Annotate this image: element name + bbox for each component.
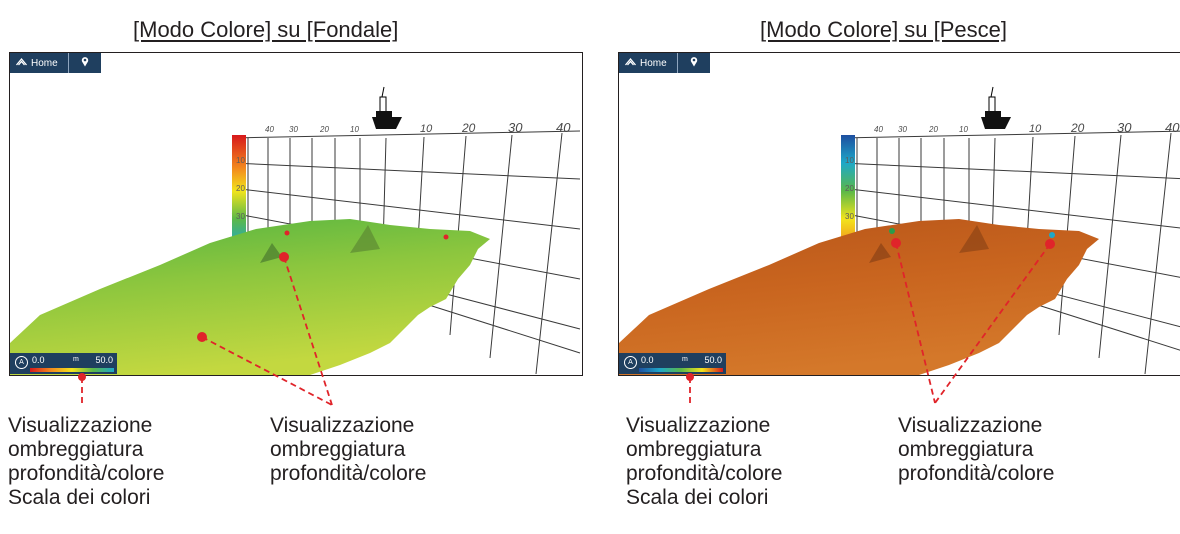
right-scale-min: 0.0 — [641, 355, 654, 365]
right-color-scale[interactable]: A 0.0 m 50.0 — [619, 353, 726, 374]
left-scale-callout: Visualizzazione ombreggiatura profondità… — [8, 414, 165, 509]
left-color-scale[interactable]: A 0.0 m 50.0 — [10, 353, 117, 374]
left-scale-gradient — [30, 368, 114, 372]
svg-text:40: 40 — [265, 125, 274, 134]
right-fish-marker — [1049, 232, 1055, 238]
right-scale-gradient — [639, 368, 723, 372]
right-boat-icon — [981, 86, 1011, 129]
left-home-label: Home — [31, 57, 58, 69]
svg-text:20: 20 — [1070, 121, 1085, 135]
svg-text:40: 40 — [1165, 120, 1180, 135]
left-shading-callout: Visualizzazione ombreggiatura profondità… — [270, 414, 427, 485]
right-3d-screen[interactable]: 10 20 30 40 30 20 10 10 20 30 40 Home A … — [618, 52, 1180, 376]
left-3d-view[interactable]: 10 20 30 40 30 20 10 10 20 30 40 — [10, 53, 582, 375]
home-icon — [625, 57, 636, 69]
svg-text:20: 20 — [461, 121, 476, 135]
right-scale-max: 50.0 — [704, 355, 722, 365]
svg-text:40: 40 — [874, 125, 883, 134]
svg-text:10: 10 — [845, 156, 854, 165]
svg-text:30: 30 — [289, 125, 298, 134]
map-pin-icon — [81, 54, 89, 72]
svg-text:10: 10 — [959, 125, 968, 134]
svg-text:20: 20 — [319, 125, 329, 134]
left-scale-unit: m — [73, 356, 79, 363]
svg-text:10: 10 — [1029, 123, 1042, 135]
svg-text:20: 20 — [236, 184, 245, 193]
svg-text:30: 30 — [508, 120, 523, 135]
left-boat-icon — [372, 86, 402, 129]
svg-text:30: 30 — [1117, 120, 1132, 135]
left-pin-button[interactable] — [69, 53, 101, 73]
svg-text:10: 10 — [420, 123, 433, 135]
left-target-marker — [443, 234, 449, 240]
left-seabed-surface — [10, 219, 490, 375]
left-target-marker — [284, 230, 290, 236]
svg-text:30: 30 — [845, 212, 854, 221]
right-scale-callout: Visualizzazione ombreggiatura profondità… — [626, 414, 783, 509]
svg-text:10: 10 — [236, 156, 245, 165]
right-seabed-surface — [619, 219, 1099, 375]
right-3d-view[interactable]: 10 20 30 40 30 20 10 10 20 30 40 — [619, 53, 1180, 375]
right-fish-marker — [889, 228, 895, 234]
right-auto-scale-button[interactable]: A — [624, 356, 637, 369]
home-icon — [16, 57, 27, 69]
svg-text:40: 40 — [556, 120, 571, 135]
left-scale-min: 0.0 — [32, 355, 45, 365]
right-pin-button[interactable] — [678, 53, 710, 73]
svg-text:20: 20 — [845, 184, 854, 193]
svg-text:30: 30 — [236, 212, 245, 221]
left-home-button[interactable]: Home — [10, 53, 69, 73]
svg-text:30: 30 — [898, 125, 907, 134]
left-auto-scale-button[interactable]: A — [15, 356, 28, 369]
svg-text:10: 10 — [350, 125, 359, 134]
left-toolbar: Home — [10, 53, 101, 73]
left-range-ticks: 40 30 20 10 10 20 30 40 — [265, 120, 571, 135]
right-toolbar: Home — [619, 53, 710, 73]
right-home-button[interactable]: Home — [619, 53, 678, 73]
map-pin-icon — [690, 54, 698, 72]
right-shading-callout: Visualizzazione ombreggiatura profondità… — [898, 414, 1055, 485]
right-scale-unit: m — [682, 356, 688, 363]
svg-text:20: 20 — [928, 125, 938, 134]
right-home-label: Home — [640, 57, 667, 69]
left-3d-screen[interactable]: 10 20 30 40 30 20 10 10 20 30 40 Home A … — [9, 52, 583, 376]
left-panel-title: [Modo Colore] su [Fondale] — [133, 17, 399, 42]
right-panel-title: [Modo Colore] su [Pesce] — [760, 17, 1008, 42]
left-scale-max: 50.0 — [95, 355, 113, 365]
right-range-ticks: 40 30 20 10 10 20 30 40 — [874, 120, 1180, 135]
